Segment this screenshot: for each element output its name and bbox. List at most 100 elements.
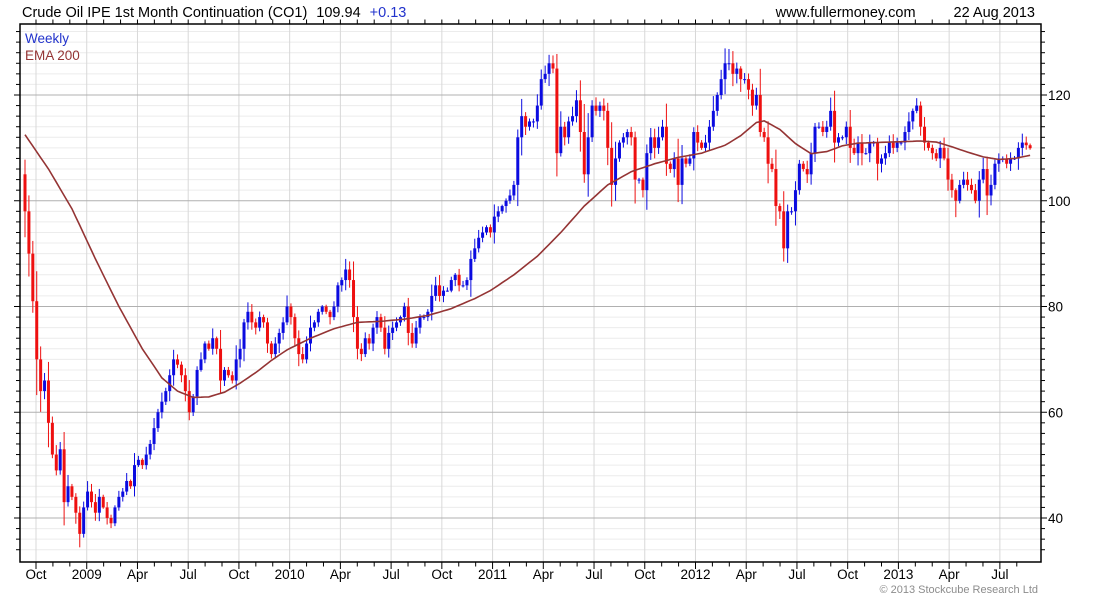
candle-body xyxy=(520,116,524,138)
candle-body xyxy=(406,306,410,333)
gridlines-minor xyxy=(20,31,1041,551)
candle-body xyxy=(610,147,614,185)
candle-body xyxy=(70,486,74,497)
candlesticks xyxy=(23,48,1032,548)
candle-body xyxy=(31,253,35,302)
candle-body xyxy=(23,174,27,212)
candle-body xyxy=(938,147,942,159)
x-axis-label: 2010 xyxy=(275,567,305,582)
candle-body xyxy=(653,137,657,148)
candle-body xyxy=(461,285,465,287)
legend-series: Weekly xyxy=(25,31,70,46)
candle-body xyxy=(551,63,555,69)
candle-body xyxy=(328,311,332,318)
candle-body xyxy=(911,110,915,122)
candle-body xyxy=(942,147,946,159)
candle-body xyxy=(391,327,395,333)
candle-body xyxy=(946,158,950,180)
candle-body xyxy=(273,343,277,355)
x-axis-label: Apr xyxy=(127,567,149,582)
candle-body xyxy=(359,348,363,355)
candle-body xyxy=(973,190,977,201)
candle-body xyxy=(324,306,328,312)
candle-body xyxy=(74,496,78,513)
candle-body xyxy=(234,359,238,381)
last-price: 109.94 xyxy=(316,5,361,21)
candle-body xyxy=(78,512,82,534)
candle-body xyxy=(242,322,246,349)
candle-body xyxy=(954,190,958,201)
candle-body xyxy=(402,306,406,318)
candle-body xyxy=(1028,145,1032,149)
candle-body xyxy=(508,195,512,201)
candle-body xyxy=(543,73,547,80)
price-change: +0.13 xyxy=(369,5,407,21)
candle-body xyxy=(312,322,316,328)
x-axis-label: Oct xyxy=(228,567,249,582)
candle-body xyxy=(993,163,997,185)
candle-body xyxy=(621,137,625,143)
price-chart: 40 60 80 100 120 Oct 2009 Apr Jul Oct 2010 Apr Jul Oc… xyxy=(14,19,1071,582)
candle-body xyxy=(39,359,43,392)
candle-body xyxy=(43,380,47,392)
candle-body xyxy=(133,465,137,487)
candle-body xyxy=(676,158,680,185)
candle-body xyxy=(754,95,758,106)
candle-body xyxy=(880,158,884,164)
candle-body xyxy=(222,369,226,381)
candle-body xyxy=(836,137,840,143)
candle-body xyxy=(793,190,797,212)
candle-body xyxy=(160,401,164,413)
candle-body xyxy=(352,280,356,318)
candle-body xyxy=(504,200,508,207)
candle-body xyxy=(602,105,606,111)
candle-body xyxy=(136,459,140,466)
candle-body xyxy=(617,142,621,159)
candle-body xyxy=(465,280,469,286)
candle-body xyxy=(559,126,563,154)
candle-body xyxy=(148,443,152,455)
candle-body xyxy=(844,126,848,138)
candle-body xyxy=(35,301,39,360)
candle-body xyxy=(215,338,219,349)
candle-body xyxy=(547,63,551,74)
y-axis-label: 60 xyxy=(1048,405,1063,420)
candle-body xyxy=(379,317,383,328)
candle-body xyxy=(860,142,864,154)
candle-body xyxy=(1024,142,1028,146)
candle-body xyxy=(183,375,187,392)
candle-body xyxy=(129,480,133,487)
candle-body xyxy=(238,348,242,360)
candle-body xyxy=(492,216,496,233)
x-axis-label: 2012 xyxy=(680,567,710,582)
x-axis-label: Oct xyxy=(431,567,452,582)
candle-body xyxy=(930,147,934,154)
candle-body xyxy=(958,184,962,201)
x-axis-label: Apr xyxy=(736,567,758,582)
candle-body xyxy=(590,105,594,138)
candle-body xyxy=(203,343,207,360)
candle-body xyxy=(226,369,230,376)
candle-body xyxy=(387,332,391,349)
candle-body xyxy=(277,332,281,344)
chart-header: Crude Oil IPE 1st Month Continuation (CO… xyxy=(22,5,406,21)
candle-body xyxy=(801,163,805,170)
candle-body xyxy=(539,79,543,106)
chart-date: 22 Aug 2013 xyxy=(953,5,1035,21)
candle-body xyxy=(966,179,970,185)
candle-body xyxy=(852,147,856,154)
candle-body xyxy=(258,317,262,328)
y-axis-label: 120 xyxy=(1048,88,1071,103)
candle-body xyxy=(86,491,90,508)
candle-body xyxy=(891,142,895,148)
candle-body xyxy=(367,338,371,344)
candle-body xyxy=(414,327,418,344)
chart-header-right: www.fullermoney.com 22 Aug 2013 xyxy=(776,5,1035,21)
candle-body xyxy=(82,507,86,534)
candle-body xyxy=(969,184,973,191)
candle-body xyxy=(535,105,539,122)
candle-body xyxy=(735,68,739,74)
candle-body xyxy=(715,95,719,111)
candle-body xyxy=(821,126,825,133)
candle-body xyxy=(305,343,309,360)
